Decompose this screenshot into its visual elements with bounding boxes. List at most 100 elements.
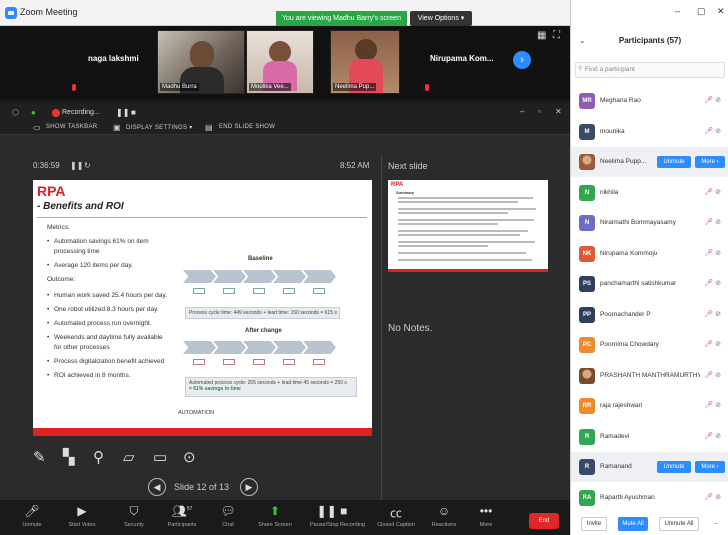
search-icon: ⚲ — [578, 66, 583, 72]
baseline-title: Baseline — [248, 256, 273, 262]
minimize-icon[interactable]: – — [520, 107, 524, 116]
pen-icon[interactable]: ✎ — [33, 448, 46, 466]
encryption-icon[interactable]: ● — [31, 108, 36, 117]
more-options-button[interactable]: ... — [708, 517, 724, 531]
participant-avatar: RR — [579, 398, 595, 414]
invite-button[interactable]: Invite — [581, 517, 607, 531]
pause-timer-icon[interactable]: ❚❚ — [70, 161, 83, 170]
start-video-button[interactable]: ▶︎ Start Video — [60, 504, 104, 528]
participant-row[interactable]: PC Poornima Chowdary 🎤︎⊘ — [571, 330, 728, 360]
unmute-button[interactable]: 🎤︎ Unmute — [10, 504, 54, 528]
participant-more-button[interactable]: More › — [695, 461, 725, 473]
close-icon[interactable]: ✕ — [555, 107, 562, 116]
stop-recording-icon[interactable]: ■ — [131, 108, 136, 117]
mute-all-button[interactable]: Mute All — [618, 517, 648, 531]
process-step — [273, 341, 306, 354]
after-cycle-box: Automated process cycle: 205 seconds + l… — [185, 377, 357, 397]
participant-row[interactable]: R Ramadevi 🎤︎⊘ — [571, 422, 728, 452]
participant-row[interactable]: PS panchamarthi satishkumar 🎤︎⊘ — [571, 269, 728, 299]
after-change-title: After change — [245, 328, 282, 334]
next-slide-thumbnail[interactable]: RPA Summary — [388, 180, 548, 272]
unmute-all-button[interactable]: Unmute All — [659, 517, 699, 531]
video-tile-neelima[interactable]: Neelima Pup... — [330, 30, 400, 94]
text-line — [398, 201, 518, 203]
more-options-icon[interactable]: ⊙ — [183, 448, 196, 466]
restore-icon[interactable]: ▫ — [538, 107, 541, 116]
panel-restore-icon[interactable]: ▢ — [697, 6, 706, 17]
find-participant-input[interactable]: ⚲ Find a participant — [575, 62, 725, 78]
participant-status-icons: 🎤︎⊘ — [704, 127, 723, 135]
participant-row[interactable]: PP Poornachander P 🎤︎⊘ — [571, 300, 728, 330]
security-button[interactable]: ⛉ Security — [112, 504, 156, 528]
pause-recording-icon[interactable]: ❚❚ — [116, 108, 129, 117]
process-step — [303, 341, 336, 354]
slide-rule — [37, 217, 367, 218]
outcome-item: One robot utilized 8.3 hours per day. — [47, 306, 159, 313]
video-tile-label: Madhu Burra — [160, 83, 199, 91]
zoom-magnifier-icon[interactable]: ⚲ — [93, 448, 104, 466]
mic-muted-icon: 🎤︎ — [704, 493, 716, 501]
speaker-view-icon[interactable]: ▦ — [537, 30, 546, 41]
current-slide: RPA - Benefits and ROI Metrics: Automati… — [33, 180, 372, 436]
participants-icon: 👥︎57 — [171, 504, 193, 518]
more-button[interactable]: ••• More — [464, 504, 508, 528]
process-step — [273, 270, 306, 283]
mic-muted-icon: 🎤︎ — [704, 127, 716, 135]
show-taskbar-button[interactable]: SHOW TASKBAR — [46, 124, 97, 130]
participant-more-button[interactable]: More › — [695, 156, 725, 168]
panel-minimize-icon[interactable]: – — [675, 6, 680, 16]
participant-row[interactable]: Mmounika 🎤︎⊘ — [571, 117, 728, 147]
reset-timer-icon[interactable]: ↻ — [84, 161, 91, 170]
person-head — [190, 41, 214, 69]
display-settings-button[interactable]: DISPLAY SETTINGS ▾ — [126, 124, 193, 131]
slide-grid-icon[interactable]: ▚ — [63, 448, 75, 466]
meeting-toolbar: 🎤︎ Unmute ▶︎ Start Video ⛉ Security 👥︎57… — [0, 500, 570, 535]
text-line — [398, 212, 508, 214]
participants-button[interactable]: 👥︎57 Participants — [160, 504, 204, 528]
video-off-icon: ⊘ — [715, 493, 723, 501]
next-slide-button[interactable]: ▶ — [240, 478, 258, 496]
view-options-button[interactable]: View Options ▾ — [410, 11, 472, 26]
participant-row[interactable]: Nnikhila 🎤︎⊘ — [571, 178, 728, 208]
fullscreen-icon[interactable]: ⛶ — [553, 30, 560, 41]
presenter-view: 0:36:59 ❚❚ ↻ 8:52 AM Next slide RPA - Be… — [0, 135, 570, 500]
participant-row[interactable]: Neelima Pupp... Unmute More › — [571, 147, 728, 177]
shield-icon[interactable]: ⬡ — [12, 108, 19, 117]
ask-unmute-button[interactable]: Unmute — [657, 156, 691, 168]
video-tile-moulika[interactable]: Moulika Vee... — [246, 30, 314, 94]
slide-footer-bar — [33, 428, 372, 436]
participant-row[interactable]: RR raja rajeshwari 🎤︎⊘ — [571, 391, 728, 421]
process-step — [243, 270, 276, 283]
recording-indicator-icon — [52, 109, 60, 117]
participant-name: Ramanand — [600, 463, 632, 470]
closed-caption-button[interactable]: ㏄ Closed Caption — [374, 504, 418, 528]
participant-row[interactable]: N Niraimathi Bommayasamy 🎤︎⊘ — [571, 208, 728, 238]
ask-unmute-button[interactable]: Unmute — [657, 461, 691, 473]
participant-row[interactable]: RA Rapartti Ayushman 🎤︎⊘ — [571, 483, 728, 513]
muted-mic-icon — [425, 84, 429, 91]
next-videos-button[interactable]: › — [513, 51, 531, 69]
participant-avatar: R — [579, 428, 595, 445]
participant-status-icons: 🎤︎⊘ — [704, 340, 723, 348]
process-step — [213, 270, 246, 283]
subtitles-icon[interactable]: ▭ — [153, 448, 167, 466]
participant-row[interactable]: NK Nirupama Kommoju 🎤︎⊘ — [571, 239, 728, 269]
panel-close-icon[interactable]: ✕ — [717, 6, 725, 17]
presenter-screen-icon[interactable]: ▱ — [123, 448, 135, 466]
video-tile-madhu[interactable]: Madhu Burra — [157, 30, 245, 94]
end-meeting-button[interactable]: End — [529, 513, 559, 529]
video-off-icon: ⊘ — [715, 341, 723, 348]
reactions-button[interactable]: ☺ Reactions — [422, 504, 466, 528]
participant-avatar: PC — [579, 337, 595, 353]
chat-button[interactable]: 💬︎ Chat — [206, 504, 250, 528]
participant-row[interactable]: MR Meghana Rao 🎤︎⊘ — [571, 86, 728, 116]
participant-row[interactable]: R Ramanand Unmute More › — [571, 452, 728, 482]
video-off-icon: ⊘ — [715, 280, 723, 287]
end-slideshow-button[interactable]: END SLIDE SHOW — [219, 124, 275, 130]
participant-name: Neelima Pupp... — [600, 158, 647, 165]
pause-stop-recording-button[interactable]: ❚❚ ■ Pause/Stop Recording — [310, 504, 365, 528]
pane-divider[interactable] — [381, 155, 382, 500]
previous-slide-button[interactable]: ◀ — [148, 478, 166, 496]
share-screen-button[interactable]: ⬆ Share Screen — [253, 504, 297, 528]
participant-row[interactable]: PRASHANTH MANTHRAMURTHY 🎤︎⊘ — [571, 361, 728, 391]
